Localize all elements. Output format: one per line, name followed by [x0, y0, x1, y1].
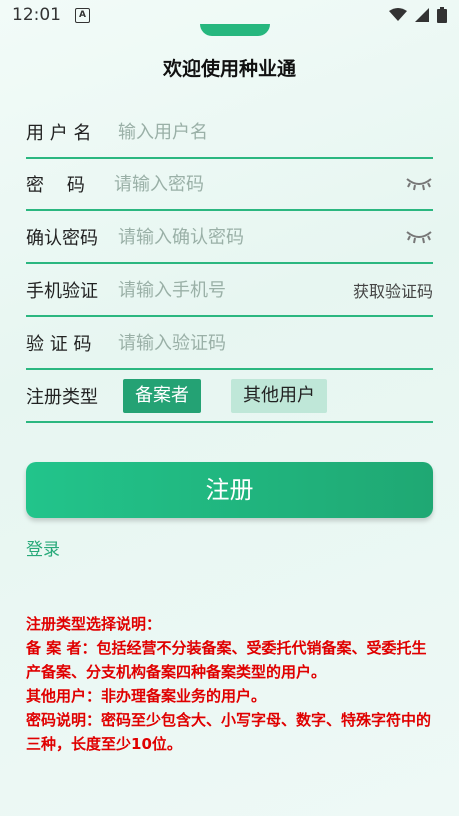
- username-input[interactable]: [118, 121, 433, 143]
- a-notification-icon: A: [75, 7, 90, 23]
- username-label: 用 户 名: [26, 123, 92, 144]
- password-row: 密 码: [26, 159, 433, 211]
- type-option-other[interactable]: 其他用户: [231, 379, 327, 413]
- code-label: 验 证 码: [26, 334, 92, 355]
- phone-input[interactable]: [118, 279, 353, 301]
- code-row: 验 证 码: [26, 318, 433, 370]
- register-button[interactable]: 注册: [26, 462, 433, 518]
- note-password: 密码说明：密码至少包含大、小写字母、数字、特殊字符中的三种，长度至少10位。: [26, 711, 432, 753]
- top-tab-decoration: [200, 24, 270, 36]
- type-option-filer[interactable]: 备案者: [123, 379, 201, 413]
- notes-heading: 注册类型选择说明：: [26, 615, 162, 633]
- note-filer: 备 案 者：包括经营不分装备案、受委托代销备案、受委托生产备案、分支机构备案四种…: [26, 639, 427, 681]
- phone-label: 手机验证: [26, 281, 98, 302]
- eye-closed-icon[interactable]: [405, 176, 433, 192]
- notes-block: 注册类型选择说明： 备 案 者：包括经营不分装备案、受委托代销备案、受委托生产备…: [26, 612, 436, 756]
- eye-closed-icon[interactable]: [405, 229, 433, 245]
- code-input[interactable]: [118, 332, 433, 354]
- reg-type-label: 注册类型: [26, 387, 98, 408]
- battery-icon: [437, 7, 447, 23]
- confirm-password-row: 确认密码: [26, 212, 433, 264]
- phone-row: 手机验证 获取验证码: [26, 265, 433, 317]
- confirm-password-input[interactable]: [118, 226, 405, 248]
- note-other: 其他用户：非办理备案业务的用户。: [26, 687, 267, 705]
- password-label: 密 码: [26, 175, 85, 196]
- get-code-button[interactable]: 获取验证码: [353, 278, 433, 302]
- signal-icon: [415, 8, 429, 22]
- wifi-icon: [389, 8, 407, 21]
- reg-type-row: 注册类型 备案者 其他用户: [26, 371, 433, 423]
- password-input[interactable]: [114, 173, 405, 195]
- username-row: 用 户 名: [26, 107, 433, 159]
- confirm-password-label: 确认密码: [26, 228, 98, 249]
- page-title: 欢迎使用种业通: [162, 58, 296, 80]
- clock: 12:01: [12, 5, 61, 25]
- login-link[interactable]: 登录: [26, 535, 60, 560]
